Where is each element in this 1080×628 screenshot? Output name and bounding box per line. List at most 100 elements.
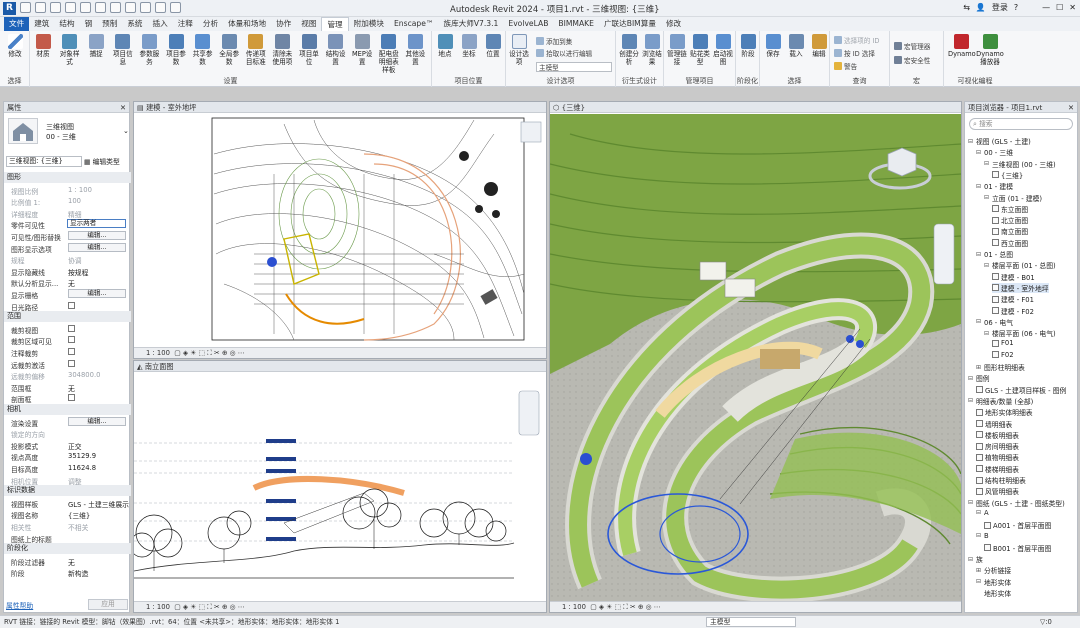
browser-node[interactable]: A001 - 首层平面图 (984, 520, 1051, 530)
prop-value[interactable]: 协调 (68, 255, 82, 265)
prop-checkbox[interactable] (68, 394, 75, 402)
design-option-select[interactable]: 主模型 (536, 62, 612, 72)
redo-icon[interactable] (80, 2, 91, 13)
prop-section[interactable]: 标识数据 (4, 485, 131, 497)
browser-node[interactable]: ⊞ 分析链接 (976, 565, 1011, 576)
tab-3[interactable]: 钢 (80, 17, 98, 31)
prop-value[interactable]: 新构造 (68, 568, 88, 578)
expand-toggle-icon[interactable]: ⊟ (976, 532, 982, 539)
edit-selection-button[interactable]: 编辑 (808, 34, 830, 58)
browser-node[interactable]: 建模 - B01 (992, 272, 1035, 282)
tab-0[interactable]: 文件 (4, 17, 30, 31)
tab-1[interactable]: 建筑 (29, 17, 54, 31)
maximize-icon[interactable]: ☐ (1056, 3, 1063, 12)
browser-node[interactable]: ⊟ 06 - 电气 (976, 317, 1013, 327)
tab-10[interactable]: 协作 (271, 17, 296, 31)
save-selection-button[interactable]: 保存 (762, 34, 784, 58)
object-styles-button[interactable]: 对象样式 (59, 34, 81, 66)
material-sphere-button[interactable]: 材质 (32, 34, 54, 58)
tab-12[interactable]: 管理 (321, 17, 349, 31)
browser-node[interactable]: 植物明细表 (976, 452, 1019, 462)
browser-node[interactable]: ⊟ 01 - 总图 (976, 249, 1013, 260)
filter-icon[interactable]: ▽:0 (1040, 616, 1052, 628)
browser-node[interactable]: 楼梯明细表 (976, 464, 1019, 474)
browser-node[interactable]: 西立面图 (992, 238, 1028, 248)
browser-node[interactable]: F02 (992, 351, 1014, 359)
warnings-button[interactable]: 警告 (834, 61, 857, 71)
expand-toggle-icon[interactable]: ⊟ (968, 499, 974, 506)
macro-manager-button[interactable]: 宏管理器 (894, 41, 930, 51)
prop-value[interactable]: 无 (68, 278, 75, 288)
print-icon[interactable] (95, 2, 106, 13)
location-button[interactable]: 位置 (482, 34, 504, 58)
browser-node[interactable]: ⊟ 楼层平面 (06 - 电气) (984, 328, 1056, 339)
3d-view-icon[interactable] (140, 2, 151, 13)
browser-node[interactable]: 南立面图 (992, 226, 1028, 236)
browser-node[interactable]: GLS - 土建项目样板 - 图例 (976, 385, 1066, 395)
coordinates-button[interactable]: 坐标 (458, 34, 480, 58)
browser-node[interactable]: F01 (992, 339, 1014, 347)
tab-14[interactable]: Enscape™ (389, 17, 438, 31)
close-icon[interactable]: ✕ (1068, 102, 1074, 112)
browser-node[interactable]: ⊟ 楼层平面 (01 - 总图) (984, 260, 1056, 271)
project-info-button[interactable]: 项目信息 (112, 34, 134, 66)
edit-button[interactable]: 编辑... (68, 289, 126, 298)
project-param-button[interactable]: 项目参数 (165, 34, 187, 66)
browser-node[interactable]: ⊟ 视图 (GLS - 土建) (968, 136, 1031, 147)
view-scale[interactable]: 1 : 100 (562, 603, 586, 611)
expand-toggle-icon[interactable]: ⊞ (976, 567, 982, 574)
edit-button[interactable]: 编辑... (68, 242, 126, 252)
tab-15[interactable]: 族库大师V7.3.1 (438, 17, 503, 31)
expand-toggle-icon[interactable]: ⊟ (968, 375, 974, 382)
expand-toggle-icon[interactable]: ⊟ (968, 556, 974, 563)
browser-node[interactable]: ⊟ 三维视图 (00 - 三维) (984, 159, 1056, 169)
prop-checkbox[interactable] (68, 348, 75, 355)
browser-node[interactable]: ⊟ 立面 (01 - 建模) (984, 193, 1042, 203)
user-icon[interactable]: 👤 (976, 3, 986, 12)
browser-node[interactable]: ⊟ 00 - 三维 (976, 147, 1013, 158)
browser-node[interactable]: 地形实体明细表 (976, 407, 1033, 417)
wrench-button[interactable]: 其他设置 (404, 34, 426, 66)
text-icon[interactable] (125, 2, 136, 13)
browser-node[interactable]: ⊞ 图形柱明细表 (976, 362, 1025, 373)
properties-help-link[interactable]: 属性帮助 (6, 600, 33, 610)
load-selection-button[interactable]: 载入 (785, 34, 807, 58)
browser-node[interactable]: ⊟ 族 (968, 554, 983, 565)
view-scale[interactable]: 1 : 100 (146, 349, 170, 357)
chevron-down-icon[interactable]: ⌄ (123, 127, 129, 135)
tab-2[interactable]: 结构 (54, 17, 79, 31)
prop-section[interactable]: 相机 (4, 404, 131, 415)
save-icon[interactable] (35, 2, 46, 13)
measure-icon[interactable] (110, 2, 121, 13)
prop-value[interactable]: 100 (68, 197, 81, 205)
expand-toggle-icon[interactable]: ⊟ (976, 318, 982, 325)
edit-type-button[interactable]: ▦ 编辑类型 (84, 156, 120, 166)
expand-toggle-icon[interactable]: ⊟ (984, 330, 990, 337)
browser-node[interactable]: ⊟ 图纸 (GLS - 土建 - 图纸类型) (968, 498, 1065, 508)
ids-of-selection-button[interactable]: 选择项的 ID (834, 35, 880, 45)
edit-button[interactable]: 编辑... (68, 416, 126, 426)
prop-checkbox[interactable] (68, 336, 75, 344)
browser-node[interactable]: 风管明细表 (976, 486, 1019, 496)
expand-toggle-icon[interactable]: ⊞ (976, 364, 982, 371)
browser-search-input[interactable]: ⌕ 搜索 (969, 118, 1073, 130)
browser-node[interactable]: ⊟ A (976, 509, 989, 517)
browser-node[interactable]: 建模 - F01 (992, 294, 1034, 304)
sync-icon[interactable] (50, 2, 61, 13)
browser-node[interactable]: B001 - 首层平面图 (984, 543, 1051, 553)
browser-node[interactable]: ⊟ 01 - 建模 (976, 181, 1013, 192)
tab-8[interactable]: 分析 (198, 17, 223, 31)
units-button[interactable]: 项目单位 (298, 34, 320, 66)
site-plan-view[interactable]: ▤ 建模 - 室外地坪 1: 100 ▢ ◈ ☀ ⬚ ⛶ ✂ ⊕ ◎ ⋯ (133, 101, 547, 359)
prop-value[interactable]: 不相关 (68, 522, 88, 532)
prop-value[interactable]: {三维} (68, 510, 90, 520)
shared-param-button[interactable]: 共享参数 (192, 34, 214, 66)
expand-toggle-icon[interactable]: ⊟ (968, 397, 974, 404)
tab-7[interactable]: 注释 (173, 17, 198, 31)
browser-node[interactable]: ⊟ 明细表/数量 (全部) (968, 396, 1033, 406)
prop-value[interactable]: GLS - 土建三维展示 (68, 499, 129, 509)
close-icon[interactable]: ✕ (120, 102, 126, 112)
navigation-bar-icon[interactable] (518, 390, 540, 436)
explore-outcomes-button[interactable]: 浏览结果 (641, 34, 663, 66)
dynamo-button[interactable]: Dynamo (948, 34, 976, 58)
